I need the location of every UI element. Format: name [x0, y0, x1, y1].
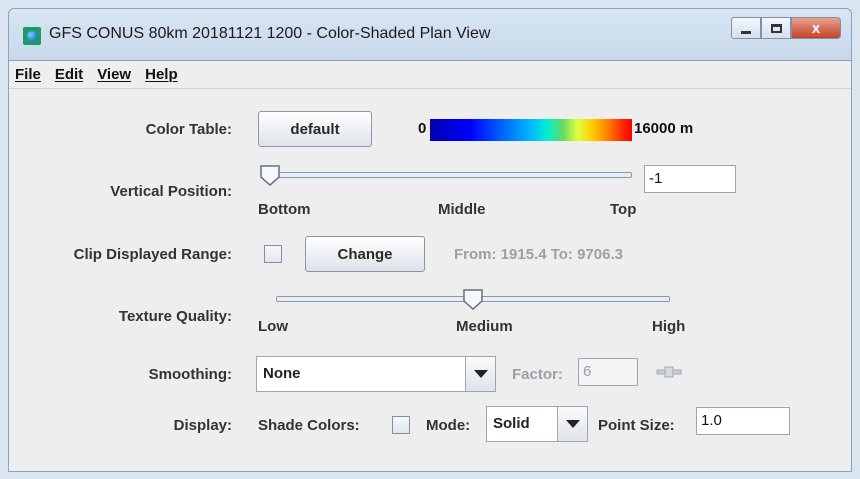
clip-range-label: Clip Displayed Range: — [73, 246, 232, 263]
vertical-tick-top: Top — [610, 201, 637, 218]
texture-quality-thumb[interactable] — [462, 288, 484, 310]
color-table-button[interactable]: default — [258, 111, 372, 147]
app-window: GFS CONUS 80km 20181121 1200 - Color-Sha… — [0, 0, 860, 479]
clip-range-change-button[interactable]: Change — [305, 236, 425, 272]
title-bar[interactable]: GFS CONUS 80km 20181121 1200 - Color-Sha… — [8, 8, 852, 60]
close-button[interactable]: x — [791, 17, 841, 39]
colorbar-min-label: 0 — [418, 120, 427, 137]
maximize-icon — [770, 23, 782, 33]
factor-label: Factor: — [512, 366, 563, 383]
clip-range-text: From: 1915.4 To: 9706.3 — [454, 246, 623, 263]
texture-tick-medium: Medium — [456, 318, 513, 335]
close-icon: x — [811, 19, 821, 37]
shade-colors-checkbox[interactable] — [392, 416, 410, 434]
smoothing-select[interactable]: None — [256, 356, 496, 392]
menu-view[interactable]: View — [97, 66, 131, 83]
display-label: Display: — [173, 417, 232, 434]
maximize-button[interactable] — [761, 17, 791, 39]
vertical-position-thumb[interactable] — [259, 164, 281, 186]
shade-colors-label: Shade Colors: — [258, 417, 360, 434]
menu-edit[interactable]: Edit — [55, 66, 83, 83]
color-table-label: Color Table: — [145, 121, 232, 138]
vertical-position-input[interactable]: -1 — [644, 165, 736, 193]
color-scale-bar[interactable] — [430, 119, 632, 141]
mode-select[interactable]: Solid — [486, 406, 588, 442]
chevron-down-icon[interactable] — [465, 357, 495, 391]
menu-bar: File Edit View Help — [9, 61, 851, 89]
window-title: GFS CONUS 80km 20181121 1200 - Color-Sha… — [49, 25, 491, 42]
point-size-label: Point Size: — [598, 417, 675, 434]
factor-slider-icon — [656, 366, 682, 378]
smoothing-label: Smoothing: — [148, 366, 232, 383]
app-icon — [23, 27, 41, 45]
chevron-down-icon[interactable] — [557, 407, 587, 441]
texture-quality-label: Texture Quality: — [118, 308, 232, 325]
clip-range-checkbox[interactable] — [264, 245, 282, 263]
texture-tick-high: High — [652, 318, 686, 335]
vertical-tick-middle: Middle — [438, 201, 486, 218]
mode-label: Mode: — [426, 417, 471, 434]
minimize-icon — [741, 30, 751, 34]
vertical-tick-bottom: Bottom — [258, 201, 311, 218]
minimize-button[interactable] — [731, 17, 761, 39]
factor-input[interactable]: 6 — [578, 358, 638, 386]
menu-file[interactable]: File — [15, 66, 41, 83]
menu-help[interactable]: Help — [145, 66, 178, 83]
vertical-position-label: Vertical Position: — [110, 183, 232, 200]
texture-tick-low: Low — [258, 318, 288, 335]
mode-value: Solid — [493, 415, 530, 432]
smoothing-value: None — [263, 365, 301, 382]
colorbar-max-label: 16000 m — [634, 120, 694, 137]
vertical-position-track[interactable] — [270, 172, 632, 178]
point-size-input[interactable]: 1.0 — [696, 407, 790, 435]
